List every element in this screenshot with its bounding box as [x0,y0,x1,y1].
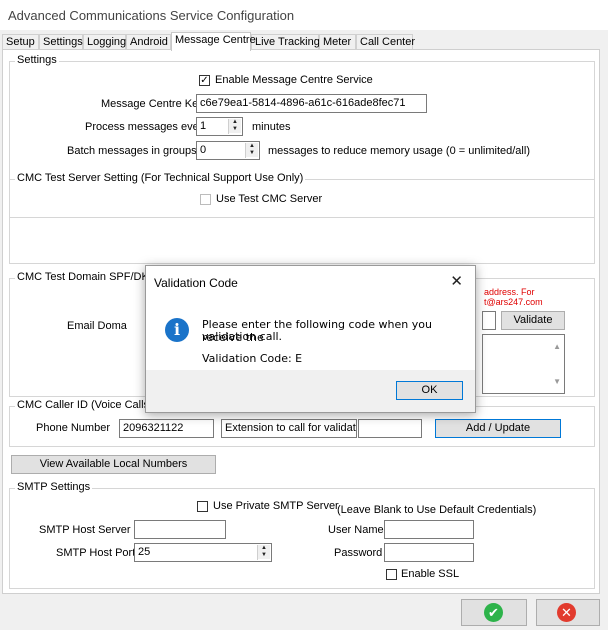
tab-logging[interactable]: Logging [83,34,126,49]
user-name-label: User Name [328,524,384,536]
use-private-smtp-label: Use Private SMTP Server [213,500,339,512]
dialog-ok-button[interactable]: OK [396,381,463,400]
cancel-button[interactable]: ✕ [536,599,600,626]
tab-live-tracking[interactable]: Live Tracking [251,34,320,49]
smtp-group: SMTP Settings Use Private SMTP Server (L… [9,481,595,589]
ok-button[interactable]: ✔ [461,599,527,626]
dialog-message-line-2: validation call. [202,330,283,343]
spin-up-icon[interactable]: ▲ [246,143,258,150]
settings-group-title: Settings [15,54,59,66]
batch-groups-spin[interactable]: ▲ ▼ [245,143,258,158]
batch-groups-stepper[interactable]: 0 ▲ ▼ [196,141,260,160]
cmc-test-server-group: CMC Test Server Setting (For Technical S… [9,172,595,264]
smtp-host-label: SMTP Host Server [39,524,131,536]
tab-call-center[interactable]: Call Center [356,34,415,49]
scroll-down-icon[interactable]: ▼ [553,373,561,390]
warning-line-1: address. For [484,287,535,297]
enable-ssl-checkbox[interactable] [386,569,397,580]
process-every-stepper[interactable]: 1 ▲ ▼ [196,117,243,136]
smtp-port-label: SMTP Host Port [56,547,136,559]
extension-label-box: Extension to call for validation [221,419,357,438]
enable-message-centre-label: Enable Message Centre Service [215,74,373,86]
spin-up-icon[interactable]: ▲ [258,545,270,552]
message-centre-key-label: Message Centre Key [101,98,204,110]
process-every-spin[interactable]: ▲ ▼ [228,119,241,134]
spin-down-icon[interactable]: ▼ [246,150,258,157]
smtp-port-value: 25 [138,546,151,558]
email-domain-label: Email Doma [67,320,127,332]
batch-groups-value: 0 [200,144,207,156]
phone-number-field[interactable]: 2096321122 [119,419,214,438]
extension-label: Extension to call for validation [225,422,357,434]
user-name-field[interactable] [384,520,474,539]
tab-android[interactable]: Android [126,34,171,49]
smtp-port-stepper[interactable]: 25 ▲ ▼ [134,543,272,562]
tab-setup[interactable]: Setup [2,34,39,49]
spin-down-icon[interactable]: ▼ [258,552,270,559]
message-centre-key-field[interactable]: c6e79ea1-5814-4896-a61c-616ade8fec71 [196,94,427,113]
leave-blank-note: (Leave Blank to Use Default Credentials) [337,504,537,516]
batch-groups-hint: messages to reduce memory usage (0 = unl… [268,145,530,157]
tab-settings[interactable]: Settings [39,34,83,49]
x-circle-icon: ✕ [557,603,576,622]
phone-number-label: Phone Number [36,422,110,434]
validation-code-dialog: Validation Code ✕ i Please enter the fol… [145,265,476,413]
enable-ssl-label: Enable SSL [401,568,460,580]
password-field[interactable] [384,543,474,562]
extension-field[interactable] [358,419,422,438]
dialog-footer: OK [146,370,475,412]
check-circle-icon: ✔ [484,603,503,622]
scroll-up-icon[interactable]: ▲ [553,338,561,355]
tab-meter[interactable]: Meter [319,34,356,49]
validate-button[interactable]: Validate [501,311,565,330]
spin-up-icon[interactable]: ▲ [229,119,241,126]
email-domain-field[interactable] [482,311,496,330]
dialog-title: Validation Code [154,276,238,290]
validation-code-text: Validation Code: E [202,352,303,365]
domain-results-box[interactable]: ▲ ▼ [482,334,565,394]
tab-strip: Setup Settings Logging Android Message C… [0,32,608,51]
tab-message-centre[interactable]: Message Centre [171,32,256,51]
cmc-domain-title: CMC Test Domain SPF/DKIM [15,271,164,283]
process-every-value: 1 [200,120,207,132]
enable-message-centre-checkbox[interactable]: ✓ [199,75,210,86]
password-label: Password [334,547,383,559]
close-icon[interactable]: ✕ [450,272,463,290]
use-private-smtp-checkbox[interactable] [197,501,208,512]
smtp-host-field[interactable] [134,520,226,539]
smtp-title: SMTP Settings [15,481,93,493]
batch-groups-label: Batch messages in groups of [67,145,209,157]
view-local-numbers-button[interactable]: View Available Local Numbers [11,455,216,474]
use-test-cmc-checkbox[interactable] [200,194,211,205]
process-every-unit: minutes [252,121,291,133]
smtp-port-spin[interactable]: ▲ ▼ [257,545,270,560]
window-title: Advanced Communications Service Configur… [8,8,295,23]
use-test-cmc-label: Use Test CMC Server [216,193,323,205]
info-icon: i [165,318,189,342]
spin-down-icon[interactable]: ▼ [229,126,241,133]
add-update-button[interactable]: Add / Update [435,419,561,438]
warning-line-2: t@ars247.com [484,297,543,307]
cmc-test-server-title: CMC Test Server Setting (For Technical S… [15,172,306,184]
process-every-label: Process messages every [85,121,208,133]
title-bar: Advanced Communications Service Configur… [0,0,608,30]
